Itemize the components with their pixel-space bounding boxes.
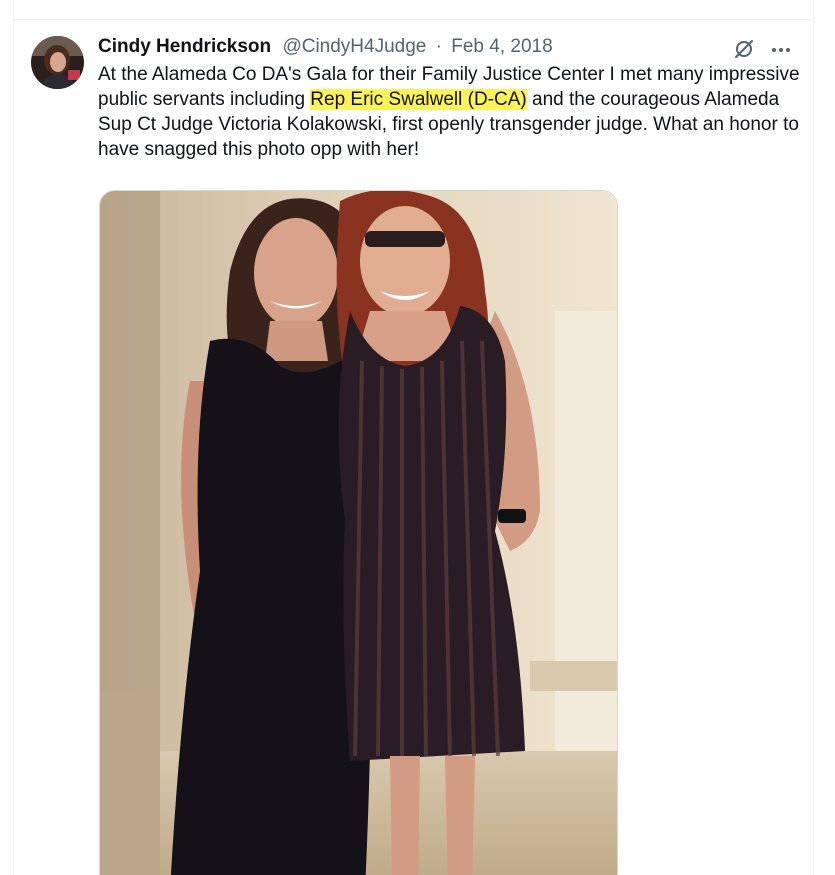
tweet-divider — [13, 19, 814, 20]
separator-dot: · — [435, 36, 442, 57]
photo-image — [100, 191, 617, 875]
tweet-text: At the Alameda Co DA's Gala for their Fa… — [98, 62, 803, 162]
avatar[interactable] — [31, 36, 84, 89]
tweet-date[interactable]: Feb 4, 2018 — [451, 36, 552, 57]
timeline-border-right — [813, 0, 814, 875]
tweet-header: Cindy Hendrickson @CindyH4Judge · Feb 4,… — [98, 35, 553, 59]
timeline-border-left — [13, 0, 14, 875]
grok-icon — [735, 40, 753, 58]
more-button[interactable] — [768, 37, 794, 61]
author-handle[interactable]: @CindyH4Judge — [282, 36, 426, 57]
highlighted-mention: Rep Eric Swalwell (D-CA) — [310, 89, 527, 110]
tweet-photo[interactable] — [99, 190, 618, 875]
author-name[interactable]: Cindy Hendrickson — [98, 36, 271, 57]
tweet-card[interactable]: Cindy Hendrickson @CindyH4Judge · Feb 4,… — [0, 0, 835, 875]
more-icon — [772, 48, 790, 52]
grok-button[interactable] — [731, 37, 757, 61]
avatar-image — [31, 36, 84, 89]
